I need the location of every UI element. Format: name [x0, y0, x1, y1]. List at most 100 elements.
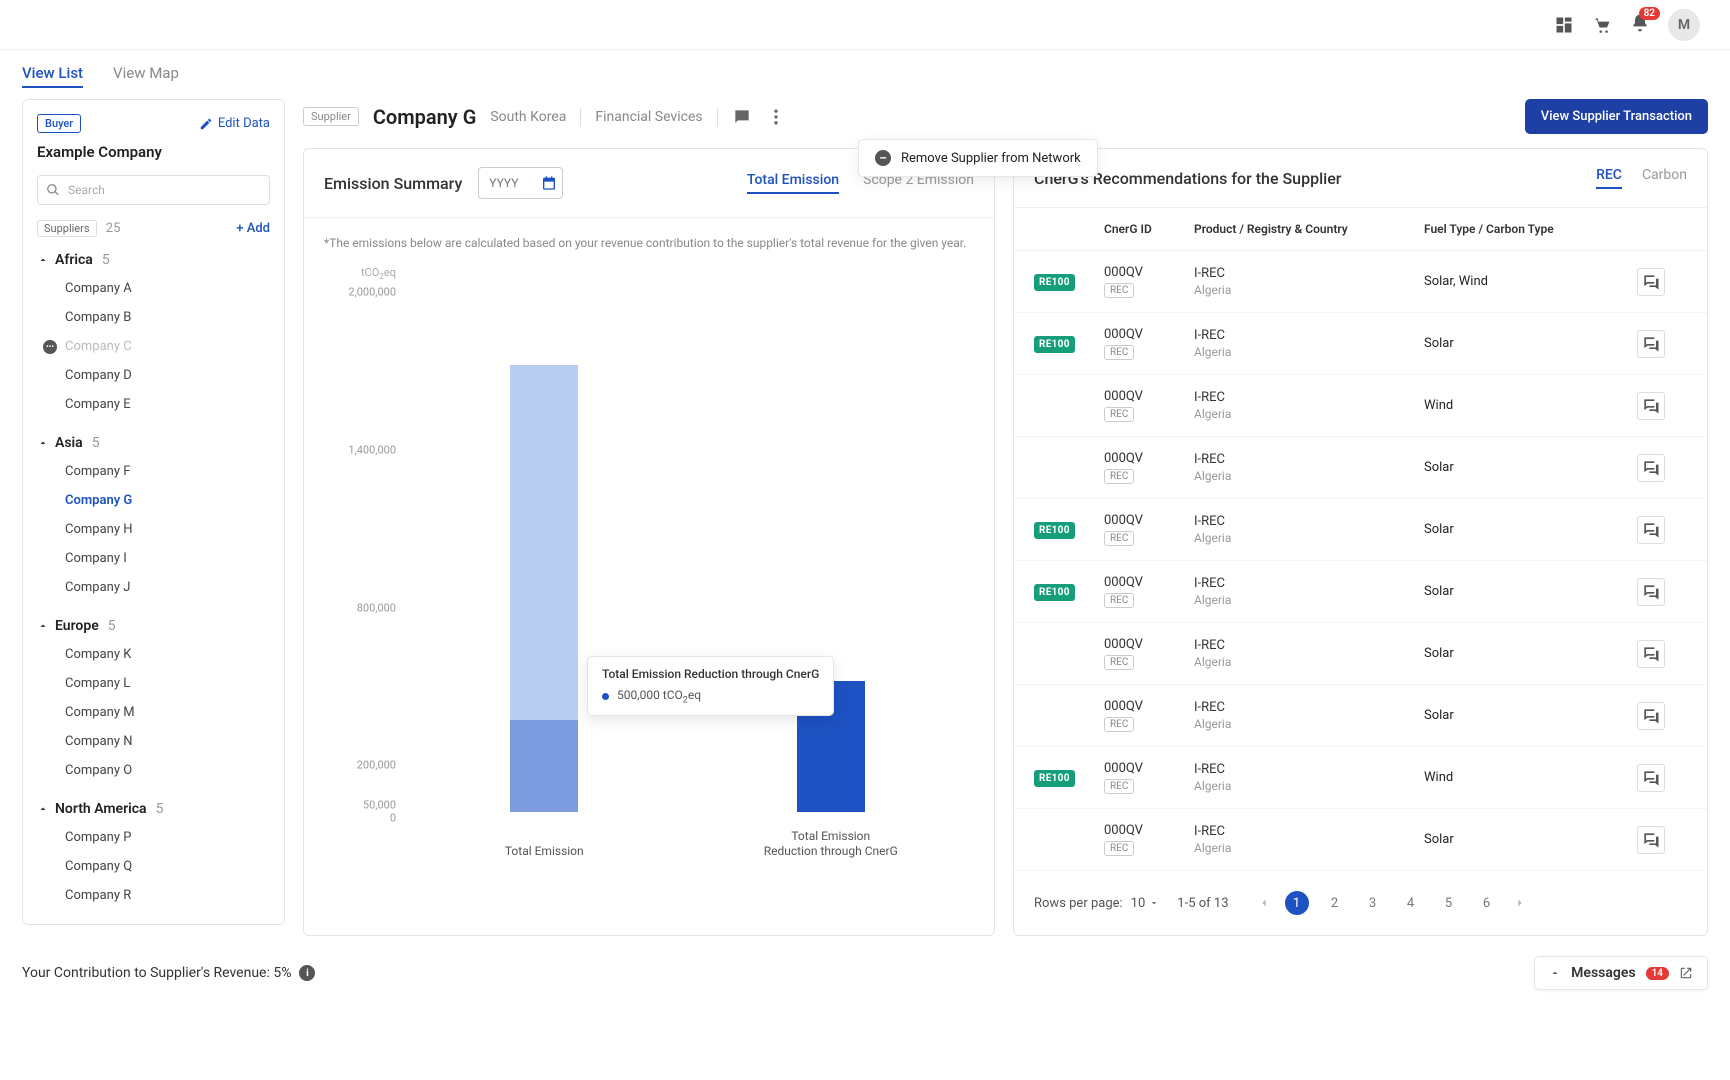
chat-icon[interactable]: [732, 107, 752, 127]
company-label: Company F: [65, 464, 130, 479]
region-header[interactable]: Africa5: [37, 246, 270, 274]
pager-prev-icon[interactable]: [1257, 896, 1271, 910]
sidebar-company-item[interactable]: Company O: [37, 756, 270, 785]
calendar-icon[interactable]: [534, 168, 562, 198]
pager-page[interactable]: 4: [1399, 891, 1423, 915]
remove-supplier-popover[interactable]: – Remove Supplier from Network: [858, 139, 1098, 177]
tab-carbon[interactable]: Carbon: [1642, 167, 1687, 189]
notifications[interactable]: 82: [1630, 13, 1650, 37]
send-note-icon: [1641, 520, 1661, 540]
table-row[interactable]: 000QVRECI-RECAlgeriaSolar: [1014, 685, 1707, 747]
chart-bar: Total Emission: [484, 365, 604, 812]
product-country: Algeria: [1194, 531, 1424, 545]
product-country: Algeria: [1194, 593, 1424, 607]
sidebar-company-item[interactable]: Company J: [37, 573, 270, 602]
table-row[interactable]: RE100000QVRECI-RECAlgeriaSolar, Wind: [1014, 251, 1707, 313]
search-icon: [46, 183, 60, 197]
cnerg-id: 000QV: [1104, 265, 1194, 280]
row-action-button[interactable]: [1637, 330, 1687, 358]
table-row[interactable]: RE100000QVRECI-RECAlgeriaSolar: [1014, 499, 1707, 561]
rec-chip: REC: [1104, 655, 1134, 670]
emission-panel: Emission Summary Total Emission Scope 2 …: [303, 148, 995, 936]
rpp-select[interactable]: 10: [1131, 896, 1160, 911]
company-label: Company R: [65, 888, 131, 903]
table-row[interactable]: RE100000QVRECI-RECAlgeriaWind: [1014, 747, 1707, 809]
company-label: Company D: [65, 368, 132, 383]
pager-page[interactable]: 5: [1437, 891, 1461, 915]
cnerg-id: 000QV: [1104, 575, 1194, 590]
more-horiz-icon[interactable]: •••: [43, 340, 57, 354]
pager-next-icon[interactable]: [1513, 896, 1527, 910]
row-action-button[interactable]: [1637, 764, 1687, 792]
edit-data-button[interactable]: Edit Data: [199, 116, 270, 131]
table-row[interactable]: RE100000QVRECI-RECAlgeriaSolar: [1014, 313, 1707, 375]
table-row[interactable]: 000QVRECI-RECAlgeriaSolar: [1014, 437, 1707, 499]
sidebar-company-item[interactable]: Company F: [37, 457, 270, 486]
region-header[interactable]: Asia5: [37, 429, 270, 457]
sidebar-company-item[interactable]: Company E: [37, 390, 270, 419]
view-transaction-button[interactable]: View Supplier Transaction: [1525, 99, 1708, 134]
table-row[interactable]: RE100000QVRECI-RECAlgeriaSolar: [1014, 561, 1707, 623]
sidebar-company-item[interactable]: Company M: [37, 698, 270, 727]
row-action-button[interactable]: [1637, 516, 1687, 544]
product-country: Algeria: [1194, 345, 1424, 359]
pager-page[interactable]: 3: [1361, 891, 1385, 915]
cnerg-id: 000QV: [1104, 389, 1194, 404]
sidebar-company-item[interactable]: Company Q: [37, 852, 270, 881]
table-row[interactable]: 000QVRECI-RECAlgeriaSolar: [1014, 623, 1707, 685]
sidebar-company-item[interactable]: Company P: [37, 823, 270, 852]
sidebar-company-item[interactable]: Company R: [37, 881, 270, 910]
product-name: I-REC: [1194, 576, 1424, 591]
row-action-button[interactable]: [1637, 454, 1687, 482]
tab-view-map[interactable]: View Map: [113, 64, 179, 88]
more-vert-icon[interactable]: [766, 107, 786, 127]
fuel-type: Solar: [1424, 460, 1637, 475]
pager-page[interactable]: 2: [1323, 891, 1347, 915]
tab-rec[interactable]: REC: [1596, 167, 1622, 189]
year-picker[interactable]: [478, 167, 563, 199]
tab-view-list[interactable]: View List: [22, 64, 83, 88]
tab-total-emission[interactable]: Total Emission: [747, 172, 839, 194]
sidebar-company-item[interactable]: Company B: [37, 303, 270, 332]
add-supplier-button[interactable]: + Add: [236, 221, 270, 236]
company-label: Company A: [65, 281, 132, 296]
sidebar-company-item[interactable]: Company N: [37, 727, 270, 756]
table-row[interactable]: 000QVRECI-RECAlgeriaSolar: [1014, 809, 1707, 871]
pager-page[interactable]: 6: [1475, 891, 1499, 915]
x-axis-label: Total EmissionReduction through CnerG: [741, 829, 921, 860]
sidebar-company-item[interactable]: Company K: [37, 640, 270, 669]
row-action-button[interactable]: [1637, 702, 1687, 730]
pager-page[interactable]: 1: [1285, 891, 1309, 915]
sidebar-company-item[interactable]: Company H: [37, 515, 270, 544]
messages-badge: 14: [1646, 967, 1669, 980]
messages-pill[interactable]: Messages 14: [1534, 956, 1708, 990]
table-row[interactable]: 000QVRECI-RECAlgeriaWind: [1014, 375, 1707, 437]
dashboard-icon[interactable]: [1554, 15, 1574, 35]
sidebar-company-item[interactable]: •••Company C: [37, 332, 270, 361]
row-action-button[interactable]: [1637, 392, 1687, 420]
open-in-new-icon: [1679, 966, 1693, 980]
row-action-button[interactable]: [1637, 640, 1687, 668]
year-input[interactable]: [479, 169, 534, 197]
cnerg-id: 000QV: [1104, 699, 1194, 714]
info-icon[interactable]: i: [299, 965, 315, 981]
region-header[interactable]: Europe5: [37, 612, 270, 640]
row-action-button[interactable]: [1637, 826, 1687, 854]
sidebar-company-item[interactable]: Company A: [37, 274, 270, 303]
cart-icon[interactable]: [1592, 15, 1612, 35]
region-header[interactable]: North America5: [37, 795, 270, 823]
row-action-button[interactable]: [1637, 578, 1687, 606]
avatar[interactable]: M: [1668, 9, 1700, 41]
sidebar-company-item[interactable]: Company D: [37, 361, 270, 390]
sidebar-company-item[interactable]: Company I: [37, 544, 270, 573]
minus-circle-icon: –: [875, 150, 891, 166]
company-label: Company K: [65, 647, 131, 662]
row-action-button[interactable]: [1637, 268, 1687, 296]
re100-badge: RE100: [1034, 584, 1075, 601]
product-name: I-REC: [1194, 638, 1424, 653]
search-input[interactable]: [37, 175, 270, 205]
sidebar-company-item[interactable]: Company L: [37, 669, 270, 698]
sidebar-company-item[interactable]: Company G: [37, 486, 270, 515]
suppliers-chip: Suppliers: [37, 220, 97, 237]
re100-badge: RE100: [1034, 522, 1075, 539]
